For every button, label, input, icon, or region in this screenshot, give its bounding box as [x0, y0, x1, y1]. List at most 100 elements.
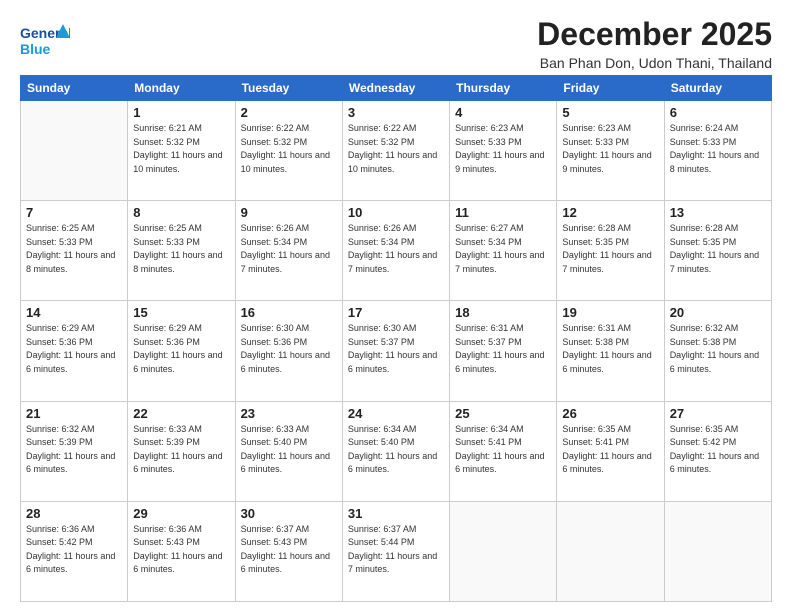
day-info: Sunrise: 6:24 AMSunset: 5:33 PMDaylight:…: [670, 123, 759, 174]
table-row: 11 Sunrise: 6:27 AMSunset: 5:34 PMDaylig…: [450, 201, 557, 301]
table-row: 7 Sunrise: 6:25 AMSunset: 5:33 PMDayligh…: [21, 201, 128, 301]
day-number: 31: [348, 506, 444, 521]
calendar-week-row: 1 Sunrise: 6:21 AMSunset: 5:32 PMDayligh…: [21, 101, 772, 201]
day-info: Sunrise: 6:32 AMSunset: 5:38 PMDaylight:…: [670, 323, 759, 374]
table-row: 5 Sunrise: 6:23 AMSunset: 5:33 PMDayligh…: [557, 101, 664, 201]
day-info: Sunrise: 6:25 AMSunset: 5:33 PMDaylight:…: [26, 223, 115, 274]
table-row: 29 Sunrise: 6:36 AMSunset: 5:43 PMDaylig…: [128, 501, 235, 601]
day-number: 27: [670, 406, 766, 421]
day-info: Sunrise: 6:33 AMSunset: 5:40 PMDaylight:…: [241, 424, 330, 475]
col-friday: Friday: [557, 76, 664, 101]
calendar-title: December 2025: [537, 16, 772, 53]
table-row: 21 Sunrise: 6:32 AMSunset: 5:39 PMDaylig…: [21, 401, 128, 501]
day-number: 15: [133, 305, 229, 320]
day-info: Sunrise: 6:35 AMSunset: 5:42 PMDaylight:…: [670, 424, 759, 475]
table-row: 15 Sunrise: 6:29 AMSunset: 5:36 PMDaylig…: [128, 301, 235, 401]
table-row: 26 Sunrise: 6:35 AMSunset: 5:41 PMDaylig…: [557, 401, 664, 501]
day-number: 13: [670, 205, 766, 220]
table-row: 24 Sunrise: 6:34 AMSunset: 5:40 PMDaylig…: [342, 401, 449, 501]
table-row: 12 Sunrise: 6:28 AMSunset: 5:35 PMDaylig…: [557, 201, 664, 301]
day-number: 10: [348, 205, 444, 220]
day-info: Sunrise: 6:29 AMSunset: 5:36 PMDaylight:…: [133, 323, 222, 374]
table-row: 3 Sunrise: 6:22 AMSunset: 5:32 PMDayligh…: [342, 101, 449, 201]
table-row: 13 Sunrise: 6:28 AMSunset: 5:35 PMDaylig…: [664, 201, 771, 301]
table-row: 23 Sunrise: 6:33 AMSunset: 5:40 PMDaylig…: [235, 401, 342, 501]
day-number: 7: [26, 205, 122, 220]
table-row: 14 Sunrise: 6:29 AMSunset: 5:36 PMDaylig…: [21, 301, 128, 401]
table-row: 18 Sunrise: 6:31 AMSunset: 5:37 PMDaylig…: [450, 301, 557, 401]
day-number: 16: [241, 305, 337, 320]
table-row: 22 Sunrise: 6:33 AMSunset: 5:39 PMDaylig…: [128, 401, 235, 501]
col-tuesday: Tuesday: [235, 76, 342, 101]
day-info: Sunrise: 6:33 AMSunset: 5:39 PMDaylight:…: [133, 424, 222, 475]
day-info: Sunrise: 6:37 AMSunset: 5:44 PMDaylight:…: [348, 524, 437, 575]
table-row: 16 Sunrise: 6:30 AMSunset: 5:36 PMDaylig…: [235, 301, 342, 401]
table-row: 9 Sunrise: 6:26 AMSunset: 5:34 PMDayligh…: [235, 201, 342, 301]
day-info: Sunrise: 6:21 AMSunset: 5:32 PMDaylight:…: [133, 123, 222, 174]
day-number: 11: [455, 205, 551, 220]
day-info: Sunrise: 6:34 AMSunset: 5:40 PMDaylight:…: [348, 424, 437, 475]
day-info: Sunrise: 6:29 AMSunset: 5:36 PMDaylight:…: [26, 323, 115, 374]
table-row: [557, 501, 664, 601]
day-number: 4: [455, 105, 551, 120]
day-info: Sunrise: 6:27 AMSunset: 5:34 PMDaylight:…: [455, 223, 544, 274]
logo-svg: General Blue: [20, 20, 70, 62]
day-info: Sunrise: 6:22 AMSunset: 5:32 PMDaylight:…: [348, 123, 437, 174]
day-number: 20: [670, 305, 766, 320]
day-number: 17: [348, 305, 444, 320]
table-row: 25 Sunrise: 6:34 AMSunset: 5:41 PMDaylig…: [450, 401, 557, 501]
table-row: 4 Sunrise: 6:23 AMSunset: 5:33 PMDayligh…: [450, 101, 557, 201]
calendar-week-row: 14 Sunrise: 6:29 AMSunset: 5:36 PMDaylig…: [21, 301, 772, 401]
table-row: 28 Sunrise: 6:36 AMSunset: 5:42 PMDaylig…: [21, 501, 128, 601]
calendar-subtitle: Ban Phan Don, Udon Thani, Thailand: [537, 55, 772, 71]
day-number: 2: [241, 105, 337, 120]
day-number: 30: [241, 506, 337, 521]
table-row: 19 Sunrise: 6:31 AMSunset: 5:38 PMDaylig…: [557, 301, 664, 401]
day-number: 14: [26, 305, 122, 320]
day-number: 1: [133, 105, 229, 120]
calendar-week-row: 21 Sunrise: 6:32 AMSunset: 5:39 PMDaylig…: [21, 401, 772, 501]
day-info: Sunrise: 6:28 AMSunset: 5:35 PMDaylight:…: [562, 223, 651, 274]
table-row: 10 Sunrise: 6:26 AMSunset: 5:34 PMDaylig…: [342, 201, 449, 301]
day-number: 22: [133, 406, 229, 421]
day-info: Sunrise: 6:25 AMSunset: 5:33 PMDaylight:…: [133, 223, 222, 274]
table-row: [450, 501, 557, 601]
table-row: 27 Sunrise: 6:35 AMSunset: 5:42 PMDaylig…: [664, 401, 771, 501]
table-row: 2 Sunrise: 6:22 AMSunset: 5:32 PMDayligh…: [235, 101, 342, 201]
col-monday: Monday: [128, 76, 235, 101]
day-number: 8: [133, 205, 229, 220]
table-row: 1 Sunrise: 6:21 AMSunset: 5:32 PMDayligh…: [128, 101, 235, 201]
day-number: 21: [26, 406, 122, 421]
table-row: [21, 101, 128, 201]
day-number: 3: [348, 105, 444, 120]
svg-text:Blue: Blue: [20, 41, 51, 57]
header: General Blue December 2025 Ban Phan Don,…: [20, 16, 772, 71]
table-row: 30 Sunrise: 6:37 AMSunset: 5:43 PMDaylig…: [235, 501, 342, 601]
day-number: 5: [562, 105, 658, 120]
day-number: 29: [133, 506, 229, 521]
day-number: 28: [26, 506, 122, 521]
table-row: [664, 501, 771, 601]
day-number: 26: [562, 406, 658, 421]
day-number: 19: [562, 305, 658, 320]
day-info: Sunrise: 6:22 AMSunset: 5:32 PMDaylight:…: [241, 123, 330, 174]
day-info: Sunrise: 6:26 AMSunset: 5:34 PMDaylight:…: [241, 223, 330, 274]
title-block: December 2025 Ban Phan Don, Udon Thani, …: [537, 16, 772, 71]
day-number: 12: [562, 205, 658, 220]
col-saturday: Saturday: [664, 76, 771, 101]
table-row: 31 Sunrise: 6:37 AMSunset: 5:44 PMDaylig…: [342, 501, 449, 601]
day-info: Sunrise: 6:31 AMSunset: 5:37 PMDaylight:…: [455, 323, 544, 374]
table-row: 6 Sunrise: 6:24 AMSunset: 5:33 PMDayligh…: [664, 101, 771, 201]
day-info: Sunrise: 6:32 AMSunset: 5:39 PMDaylight:…: [26, 424, 115, 475]
day-info: Sunrise: 6:26 AMSunset: 5:34 PMDaylight:…: [348, 223, 437, 274]
table-row: 8 Sunrise: 6:25 AMSunset: 5:33 PMDayligh…: [128, 201, 235, 301]
day-info: Sunrise: 6:35 AMSunset: 5:41 PMDaylight:…: [562, 424, 651, 475]
calendar-week-row: 7 Sunrise: 6:25 AMSunset: 5:33 PMDayligh…: [21, 201, 772, 301]
day-number: 9: [241, 205, 337, 220]
day-info: Sunrise: 6:31 AMSunset: 5:38 PMDaylight:…: [562, 323, 651, 374]
table-row: 17 Sunrise: 6:30 AMSunset: 5:37 PMDaylig…: [342, 301, 449, 401]
table-row: 20 Sunrise: 6:32 AMSunset: 5:38 PMDaylig…: [664, 301, 771, 401]
col-sunday: Sunday: [21, 76, 128, 101]
day-info: Sunrise: 6:30 AMSunset: 5:37 PMDaylight:…: [348, 323, 437, 374]
day-info: Sunrise: 6:34 AMSunset: 5:41 PMDaylight:…: [455, 424, 544, 475]
